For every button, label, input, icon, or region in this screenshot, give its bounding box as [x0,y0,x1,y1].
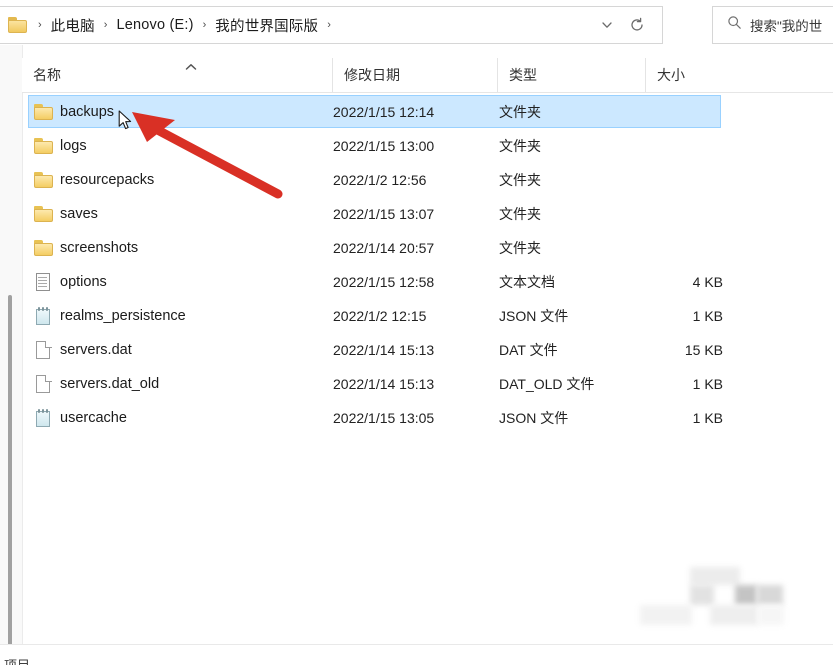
refresh-icon[interactable] [622,10,652,40]
file-type: DAT_OLD 文件 [499,374,594,394]
file-list: backups 2022/1/15 12:14 文件夹 logs 2022/1/… [22,95,833,435]
file-name: screenshots [60,240,138,256]
address-bar-actions [592,10,662,40]
file-date-modified: 2022/1/15 12:58 [333,274,434,290]
folder-icon [34,171,54,189]
navigation-pane-rail [0,45,23,645]
text-document-icon [34,273,54,291]
file-date-modified: 2022/1/14 15:13 [333,342,434,358]
file-type: JSON 文件 [499,306,568,326]
status-bar: 项目 [0,644,833,665]
table-row[interactable]: screenshots 2022/1/14 20:57 文件夹 [22,231,833,265]
file-date-modified: 2022/1/15 13:05 [333,410,434,426]
folder-icon [34,239,54,257]
table-row[interactable]: servers.dat 2022/1/14 15:13 DAT 文件 15 KB [22,333,833,367]
file-date-modified: 2022/1/15 13:07 [333,206,434,222]
file-name: resourcepacks [60,172,154,188]
chevron-down-icon[interactable] [592,10,622,40]
breadcrumb-item-this-pc[interactable]: 此电脑 [48,13,98,38]
file-date-modified: 2022/1/14 15:13 [333,376,434,392]
breadcrumb-separator: › [32,19,48,31]
file-type: 文件夹 [499,204,541,224]
column-header-type[interactable]: 类型 [497,58,645,92]
breadcrumb-separator: › [321,19,337,31]
table-row[interactable]: resourcepacks 2022/1/2 12:56 文件夹 [22,163,833,197]
folder-icon [8,17,28,33]
table-row[interactable]: usercache 2022/1/15 13:05 JSON 文件 1 KB [22,401,833,435]
table-row[interactable]: options 2022/1/15 12:58 文本文档 4 KB [22,265,833,299]
file-type: 文件夹 [499,238,541,258]
notepad-icon [34,409,54,427]
file-name: saves [60,206,98,222]
file-name: servers.dat [60,342,132,358]
table-row[interactable]: servers.dat_old 2022/1/14 15:13 DAT_OLD … [22,367,833,401]
breadcrumb-separator: › [98,19,114,31]
file-size: 1 KB [645,376,723,392]
blank-page-icon [34,341,54,359]
status-item-count: 项目 [4,655,30,665]
breadcrumb-item-current-folder[interactable]: 我的世界国际版 [212,13,321,38]
file-name: backups [60,104,114,120]
search-input-placeholder[interactable]: 搜索"我的世 [750,15,822,35]
navigation-pane-scrollbar[interactable] [8,295,12,665]
column-header-size[interactable]: 大小 [645,58,730,92]
mouse-pointer-icon [118,110,134,132]
search-box[interactable]: 搜索"我的世 [712,6,833,44]
file-type: 文件夹 [499,102,541,122]
table-row[interactable]: backups 2022/1/15 12:14 文件夹 [22,95,833,129]
file-explorer-window: › 此电脑 › Lenovo (E:) › 我的世界国际版 › [0,0,833,665]
file-name: servers.dat_old [60,376,159,392]
table-row[interactable]: realms_persistence 2022/1/2 12:15 JSON 文… [22,299,833,333]
folder-icon [34,137,54,155]
blank-page-icon [34,375,54,393]
file-name: logs [60,138,87,154]
column-header-row: 名称 修改日期 类型 大小 [22,58,833,93]
search-icon [727,15,742,35]
file-date-modified: 2022/1/15 13:00 [333,138,434,154]
file-name: options [60,274,107,290]
file-type: 文件夹 [499,136,541,156]
column-header-name[interactable]: 名称 [22,58,332,92]
breadcrumb-separator: › [197,19,213,31]
file-name: usercache [60,410,127,426]
file-size: 15 KB [645,342,723,358]
file-size: 4 KB [645,274,723,290]
file-date-modified: 2022/1/14 20:57 [333,240,434,256]
breadcrumb-item-drive-e[interactable]: Lenovo (E:) [113,15,196,35]
file-size: 1 KB [645,410,723,426]
folder-icon [34,103,54,121]
file-name: realms_persistence [60,308,186,324]
file-date-modified: 2022/1/2 12:56 [333,172,426,188]
file-date-modified: 2022/1/15 12:14 [333,104,434,120]
table-row[interactable]: logs 2022/1/15 13:00 文件夹 [22,129,833,163]
file-size: 1 KB [645,308,723,324]
sort-ascending-icon [184,63,198,73]
table-row[interactable]: saves 2022/1/15 13:07 文件夹 [22,197,833,231]
address-bar[interactable]: › 此电脑 › Lenovo (E:) › 我的世界国际版 › [0,6,663,44]
file-type: JSON 文件 [499,408,568,428]
blurred-watermark-region [640,565,790,635]
file-type: 文件夹 [499,170,541,190]
file-type: 文本文档 [499,272,555,292]
column-header-date-modified[interactable]: 修改日期 [332,58,497,92]
folder-icon [34,205,54,223]
file-date-modified: 2022/1/2 12:15 [333,308,426,324]
notepad-icon [34,307,54,325]
file-type: DAT 文件 [499,340,558,360]
